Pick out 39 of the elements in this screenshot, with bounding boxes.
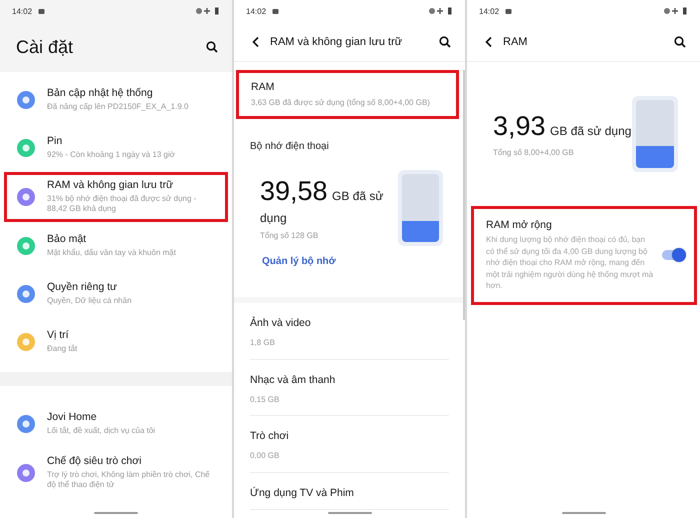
toggle-switch[interactable] — [662, 250, 684, 260]
settings-item[interactable]: Jovi Home Lối tắt, đề xuất, dịch vụ của tôi — [4, 400, 228, 448]
manage-storage-link[interactable]: Quản lý bộ nhớ — [234, 246, 465, 298]
usage-amount: 3,93 GB đã sử dụng — [493, 110, 632, 143]
settings-item[interactable]: Quyền riêng tư Quyền, Dữ liệu cá nhân — [4, 270, 228, 318]
ram-item[interactable]: RAM 3,63 GB đã được sử dụng (tổng số 8,00+4,00 GB) — [236, 70, 459, 120]
usage-total: Tổng số 128 GB — [260, 231, 320, 242]
settings-item[interactable]: Vị trí Đang tắt — [4, 318, 228, 366]
ram-extension-setting[interactable]: RAM mở rộng Khi dung lượng bộ nhớ điện thoại có đủ, bạn có thể sử dụng tối đa 4,00 GB dung lượng bộ nhớ điện thoại cho RAM mở rộng, mang đến một trải nghiệm người dùng hệ thống mượt mà hơn. — [471, 206, 697, 305]
search-icon[interactable] — [206, 41, 218, 53]
settings-item[interactable]: Bản cập nhật hệ thống Đã nâng cấp lên PD2150F_EX_A_1.9.0 — [4, 76, 228, 124]
usage-amount: 39,58 GB đã sử dụng — [260, 175, 384, 228]
settings-item[interactable]: Chế độ siêu trò chơi Trợ lý trò chơi, Không làm phiền trò chơi, Chế độ thể thao điện tử — [4, 448, 228, 498]
section-title: Bộ nhớ điện thoại — [249, 140, 330, 154]
status-time: 14:02 — [12, 6, 32, 16]
notification-icon — [505, 8, 512, 14]
status-icons — [662, 7, 688, 15]
home-indicator — [328, 512, 372, 514]
status-time: 14:02 — [479, 6, 500, 16]
storage-category[interactable]: Ảnh và video 1,8 GB — [250, 303, 449, 360]
notification-icon — [38, 8, 46, 14]
page-title: RAM và không gian lưu trữ — [270, 36, 404, 48]
usage-total: Tổng số 8,00+4,00 GB — [493, 148, 575, 158]
storage-category[interactable]: Trò chơi 0,00 GB — [250, 416, 449, 473]
search-icon[interactable] — [674, 36, 686, 48]
settings-item[interactable]: Pin 92% - Còn khoảng 1 ngày và 13 giờ — [4, 124, 228, 172]
home-indicator — [562, 512, 606, 514]
search-icon[interactable] — [439, 36, 451, 48]
page-title: RAM — [503, 36, 528, 48]
storage-category[interactable]: Nhạc và âm thanh 0,15 GB — [250, 360, 449, 416]
storage-category[interactable]: Ứng dụng TV và Phim — [250, 472, 449, 510]
settings-item[interactable]: RAM và không gian lưu trữ 31% bộ nhớ điện thoại đã được sử dụng - 88,42 GB khả dụng — [4, 172, 228, 222]
settings-item[interactable]: Bảo mật Mật khẩu, dấu vân tay và khuôn mặt — [4, 222, 228, 270]
notification-icon — [272, 8, 280, 14]
status-icons — [427, 7, 453, 15]
status-time: 14:02 — [246, 6, 266, 16]
page-title: Cài đặt — [16, 36, 74, 58]
status-icons — [194, 7, 220, 15]
home-indicator — [94, 512, 138, 514]
